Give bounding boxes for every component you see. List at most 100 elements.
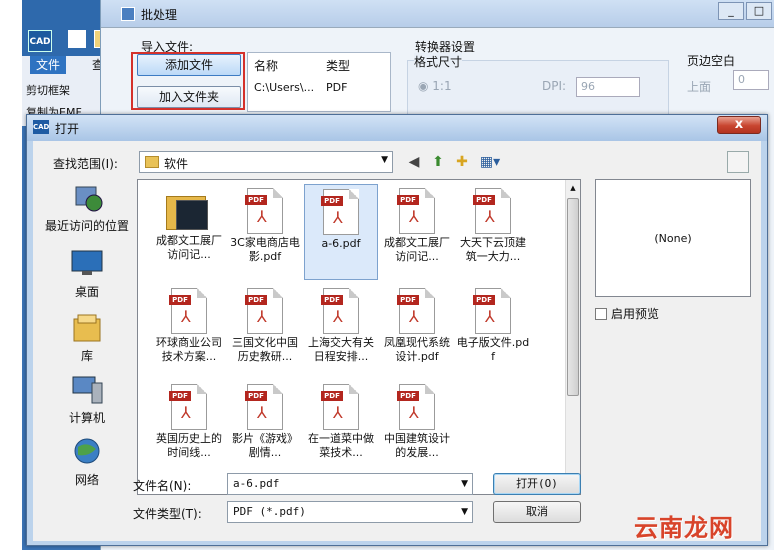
- file-row-name[interactable]: C:\Users\...: [254, 81, 314, 94]
- file-item[interactable]: PDF ⅄ 凤凰现代系统设计.pdf: [380, 284, 454, 380]
- dpi-combo[interactable]: 96: [576, 77, 640, 97]
- file-list-view[interactable]: 成都文工展厂访问记... PDF ⅄ 3C家电商店电影.pdf PDF ⅄ a-6.…: [137, 179, 581, 495]
- open-dialog: CAD 打开 x 查找范围(I): 软件 ▼ ◀ ⬆ ✚ ▦▾ 最近访问的位置: [26, 114, 768, 546]
- filetype-select[interactable]: PDF (*.pdf) ▼: [227, 501, 473, 523]
- open-dialog-title-bar: CAD 打开 x: [27, 115, 767, 141]
- place-computer-label: 计算机: [68, 411, 105, 425]
- place-computer[interactable]: 计算机: [39, 375, 135, 426]
- computer-icon: [70, 375, 104, 405]
- back-icon[interactable]: ◀: [405, 153, 423, 171]
- place-libraries[interactable]: 库: [39, 313, 135, 364]
- cancel-button[interactable]: 取消: [493, 501, 581, 523]
- place-desktop[interactable]: 桌面: [39, 249, 135, 300]
- file-name: 中国建筑设计的发展...: [384, 432, 450, 459]
- file-name: 在一道菜中做菜技术...: [308, 432, 374, 459]
- file-item[interactable]: PDF ⅄ 中国建筑设计的发展...: [380, 380, 454, 476]
- file-item[interactable]: PDF ⅄ 3C家电商店电影.pdf: [228, 184, 302, 280]
- ratio-radio[interactable]: ◉ 1:1: [418, 79, 452, 93]
- file-item-folder[interactable]: 成都文工展厂访问记...: [152, 184, 226, 280]
- place-network-label: 网络: [74, 473, 99, 487]
- batch-title-bar: 批处理 _ □: [101, 0, 774, 28]
- top-margin-label: 上面: [687, 80, 712, 94]
- file-name: 凤凰现代系统设计.pdf: [384, 336, 450, 363]
- file-name: 成都文工展厂访问记...: [384, 236, 450, 263]
- places-bar: 最近访问的位置 桌面 库 计算机 网络: [39, 179, 135, 495]
- add-folder-button[interactable]: 加入文件夹: [137, 86, 241, 108]
- file-name: 影片《游戏》剧情...: [232, 432, 298, 459]
- file-item[interactable]: PDF ⅄ 在一道菜中做菜技术...: [304, 380, 378, 476]
- col-header-type[interactable]: 类型: [326, 57, 350, 74]
- batch-app-icon: [121, 7, 135, 21]
- file-item[interactable]: PDF ⅄ 英国历史上的时间线...: [152, 380, 226, 476]
- ribbon-cut-frame[interactable]: 剪切框架: [26, 82, 70, 98]
- file-item-selected[interactable]: PDF ⅄ a-6.pdf: [304, 184, 378, 280]
- checkbox-box[interactable]: [595, 308, 607, 320]
- enable-preview-checkbox[interactable]: 启用预览: [595, 305, 659, 322]
- file-item[interactable]: PDF ⅄ 大天下云顶建筑一大力...: [456, 184, 530, 280]
- file-list-scrollbar[interactable]: ▲ ▼: [565, 180, 580, 494]
- filename-value: a-6.pdf: [233, 477, 280, 490]
- filename-input[interactable]: a-6.pdf ▼: [227, 473, 473, 495]
- pdf-file-icon: PDF ⅄: [169, 288, 207, 334]
- file-name: 电子版文件.pdf: [456, 336, 530, 363]
- open-dialog-body: 查找范围(I): 软件 ▼ ◀ ⬆ ✚ ▦▾ 最近访问的位置 桌面 库 计算机 …: [33, 141, 761, 541]
- ratio-label: 1:1: [432, 79, 452, 93]
- format-size-label: 格式尺寸: [414, 53, 463, 70]
- file-item[interactable]: PDF ⅄ 电子版文件.pdf: [456, 284, 530, 380]
- tab-file[interactable]: 文件: [30, 56, 67, 74]
- file-name: 三国文化中国历史教研...: [232, 336, 298, 363]
- preview-pane: (None): [595, 179, 751, 297]
- import-file-list[interactable]: 名称 类型 C:\Users\... PDF: [247, 52, 391, 112]
- pdf-file-icon: PDF ⅄: [321, 288, 359, 334]
- place-recent-label: 最近访问的位置: [44, 219, 129, 233]
- minimize-icon[interactable]: _: [718, 2, 744, 20]
- file-item[interactable]: PDF ⅄ 环球商业公司技术方案...: [152, 284, 226, 380]
- new-file-icon[interactable]: [68, 30, 86, 48]
- close-button[interactable]: x: [717, 116, 761, 134]
- place-recent[interactable]: 最近访问的位置: [39, 183, 135, 234]
- top-margin-value: 0: [738, 73, 745, 86]
- folder-icon: [145, 156, 159, 168]
- cad-dialog-icon: CAD: [33, 120, 49, 134]
- col-header-name[interactable]: 名称: [254, 57, 278, 74]
- filetype-label: 文件类型(T):: [133, 507, 202, 521]
- chevron-down-icon[interactable]: ▼: [461, 474, 468, 494]
- maximize-icon[interactable]: □: [746, 2, 772, 20]
- scroll-up-icon[interactable]: ▲: [566, 181, 580, 195]
- pdf-file-icon: PDF ⅄: [473, 288, 511, 334]
- file-item[interactable]: PDF ⅄ 上海交大有关日程安排...: [304, 284, 378, 380]
- place-network[interactable]: 网络: [39, 437, 135, 488]
- place-desktop-label: 桌面: [74, 285, 99, 299]
- batch-title: 批处理: [141, 8, 178, 22]
- file-row-type: PDF: [326, 81, 348, 94]
- pdf-file-icon: PDF ⅄: [473, 188, 511, 234]
- new-folder-icon[interactable]: ✚: [453, 153, 471, 171]
- up-folder-icon[interactable]: ⬆: [429, 153, 447, 171]
- scroll-thumb[interactable]: [567, 198, 579, 396]
- pdf-file-icon: PDF ⅄: [397, 288, 435, 334]
- libraries-icon: [70, 313, 104, 343]
- desktop-icon: [70, 249, 104, 279]
- chevron-down-icon: ▼: [381, 155, 388, 165]
- pdf-file-icon: PDF ⅄: [397, 188, 435, 234]
- pdf-file-icon: PDF ⅄: [321, 189, 359, 235]
- pdf-file-icon: PDF ⅄: [397, 384, 435, 430]
- pdf-file-icon: PDF ⅄: [169, 384, 207, 430]
- filename-label: 文件名(N):: [133, 479, 192, 493]
- file-name: 3C家电商店电影.pdf: [230, 236, 300, 263]
- top-margin-input[interactable]: 0: [733, 70, 769, 90]
- add-file-button[interactable]: 添加文件: [137, 54, 241, 76]
- look-in-value: 软件: [164, 157, 189, 171]
- preview-toggle-icon[interactable]: [727, 151, 749, 173]
- file-item[interactable]: PDF ⅄ 成都文工展厂访问记...: [380, 184, 454, 280]
- pdf-file-icon: PDF ⅄: [245, 188, 283, 234]
- recent-places-icon: [70, 183, 104, 213]
- file-item[interactable]: PDF ⅄ 三国文化中国历史教研...: [228, 284, 302, 380]
- file-item[interactable]: PDF ⅄ 影片《游戏》剧情...: [228, 380, 302, 476]
- open-button[interactable]: 打开(O): [493, 473, 581, 495]
- look-in-combo[interactable]: 软件 ▼: [139, 151, 393, 173]
- chevron-down-icon[interactable]: ▼: [461, 502, 468, 522]
- network-icon: [70, 437, 104, 467]
- view-menu-icon[interactable]: ▦▾: [477, 153, 503, 171]
- folder-icon: [166, 192, 212, 232]
